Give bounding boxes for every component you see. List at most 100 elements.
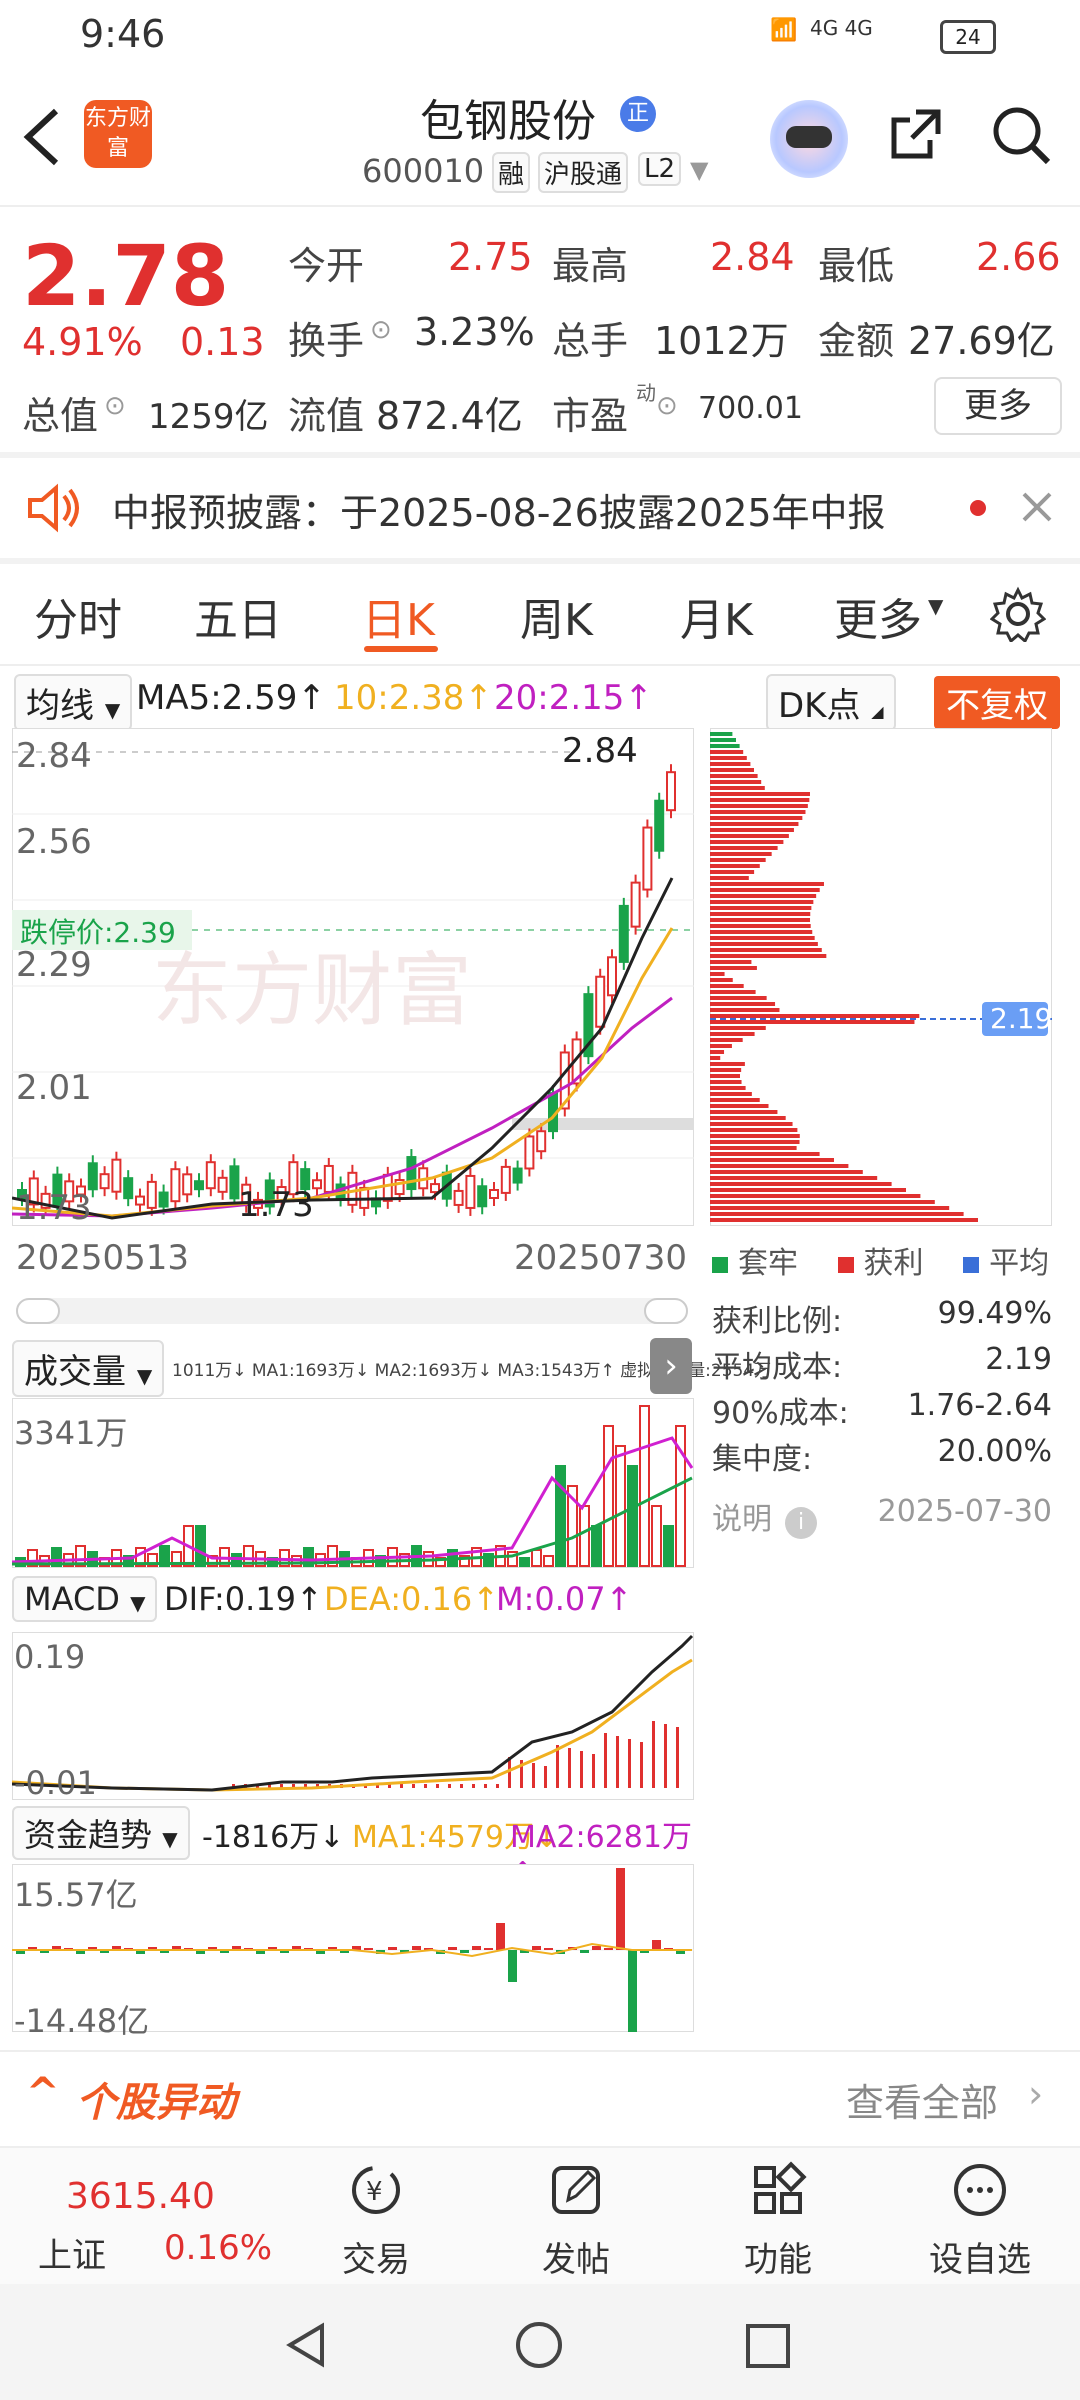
candle [111,1158,122,1193]
adjust-button[interactable]: 不复权 [934,676,1060,729]
candle [524,1135,535,1170]
chip-bar [710,864,760,868]
nav-home-icon[interactable] [514,2320,564,2370]
fund-bar [412,1946,421,1950]
volume-selector[interactable]: 成交量 ▼ [12,1340,165,1397]
fund-bar [448,1947,457,1950]
search-icon[interactable] [990,104,1052,166]
chip-note-label[interactable]: 说明 [712,1502,772,1537]
y-label-5: 1.73 [16,1188,92,1228]
chip-bar [710,990,756,994]
info-icon[interactable]: ⊙ [370,315,392,345]
app-logo[interactable]: 东方财富 [84,100,152,168]
back-icon[interactable] [20,105,64,169]
fund-bar [532,1946,541,1950]
post-button[interactable]: 发帖 [506,2160,646,2281]
volume-bar [195,1525,206,1567]
candle [654,799,665,852]
close-icon[interactable] [1020,490,1054,524]
chip-bar [710,840,784,844]
macd-dif: DIF:0.19↑ [164,1580,323,1618]
legend-trapped: 套牢 [712,1246,798,1281]
more-button-label: 更多 [964,386,1032,426]
legend-profit: 获利 [837,1246,924,1281]
add-watch-button[interactable]: 设自选 [910,2160,1050,2281]
chip-bar [710,756,747,760]
kline-scroller[interactable] [16,1298,688,1324]
change-value: 0.13 [180,320,265,364]
chip-stats: 获利比例: 99.49% 平均成本: 2.19 90%成本: 1.76-2.64 集中… [712,1296,1052,1554]
macd-dea: DEA:0.16↑ [324,1580,500,1618]
fund-bottom-label: -14.48亿 [14,2002,150,2040]
candle [453,1189,464,1206]
tab-wuri[interactable]: 五日 [194,584,282,648]
view-all-link[interactable]: 查看全部 [846,2072,998,2127]
float-value: 872.4亿 [376,394,523,438]
chip-bar [710,906,812,910]
tab-rik[interactable]: 日K [362,584,435,648]
macd-bar [592,1754,595,1788]
expand-panel-button[interactable]: › [650,1338,692,1394]
ma5-value: MA5:2.59↑ [136,678,326,718]
fund-value: -1816万↓ [202,1820,345,1855]
chip-bar [710,1080,742,1084]
chevron-down-icon[interactable]: ▼ [690,156,708,184]
chip-bar [710,732,733,736]
candle [630,881,641,928]
ma-selector[interactable]: 均线 ▼ [14,674,133,731]
tab-yuek[interactable]: 月K [680,584,753,648]
abnormal-section[interactable]: ^ 个股异动 查看全部 › [0,2050,1080,2132]
index-value[interactable]: 3615.40 [66,2176,215,2217]
system-nav-bar [0,2284,1080,2400]
status-bar: 9:46 📶 4G 4G 24 [0,0,1080,70]
trade-button[interactable]: ¥ 交易 [306,2160,446,2281]
info-icon[interactable]: ⊙ [656,391,678,421]
chip-bar [710,816,803,820]
chip-bar [710,1056,721,1060]
chip-bar [710,1074,741,1078]
change-pct: 4.91% [22,320,143,364]
chip-bar [710,780,762,784]
kline-chart[interactable]: 跌停价:2.39 东方财富 2.84 1.73 [12,728,694,1226]
macd-selector[interactable]: MACD ▼ [12,1576,158,1622]
more-button[interactable]: 更多 [934,377,1062,435]
function-button[interactable]: 功能 [708,2160,848,2281]
info-icon[interactable]: i [785,1507,818,1539]
chip-bar [710,1158,834,1162]
gear-icon[interactable] [990,586,1046,642]
macd-bottom-label: -0.01 [14,1764,97,1802]
fund-selector[interactable]: 资金趋势 ▼ [12,1806,190,1860]
chip-chart[interactable]: 2.19 [710,728,1052,1226]
nav-recents-icon[interactable] [744,2322,792,2370]
header: 东方财富 包钢股份 正 600010 融 沪股通 L2 ▼ [0,70,1080,207]
amount-label: 金额 [818,319,895,363]
assistant-avatar[interactable] [770,100,848,178]
info-icon[interactable]: ⊙ [104,391,126,421]
tag-l2: L2 [638,152,682,186]
candle [465,1174,476,1209]
float-label: 流值 [288,394,365,438]
nav-back-icon[interactable] [282,2320,332,2370]
scroll-handle-right[interactable] [644,1298,688,1324]
chip-bar [710,984,744,988]
chip-bar [710,1110,778,1114]
trade-icon: ¥ [352,2166,400,2214]
volume-bar [651,1505,662,1567]
fund-bar [544,1948,553,1950]
tab-zhouk[interactable]: 周K [520,584,593,648]
notice-bar[interactable]: 中报预披露：于2025-08-26披露2025年中报 [0,458,1080,558]
index-name: 上证 [38,2236,106,2276]
tab-more[interactable]: 更多 [834,584,922,648]
dk-point-selector[interactable]: DK点 ◢ [766,674,896,731]
bottom-bar: 3615.40 上证 0.16% ¥ 交易 发帖 功能 设自选 [0,2146,1080,2284]
low-label: 最低 [818,244,895,288]
scroll-handle-left[interactable] [16,1298,60,1324]
share-icon[interactable] [886,104,946,164]
macd-bar [484,1784,487,1788]
chevron-right-icon[interactable]: › [1028,2072,1043,2116]
candle [607,956,617,997]
ma20-value: 20:2.15↑ [494,678,653,718]
y-label-1: 2.84 [16,736,92,776]
tab-fenshi[interactable]: 分时 [34,584,122,648]
volume-bar [663,1525,674,1567]
